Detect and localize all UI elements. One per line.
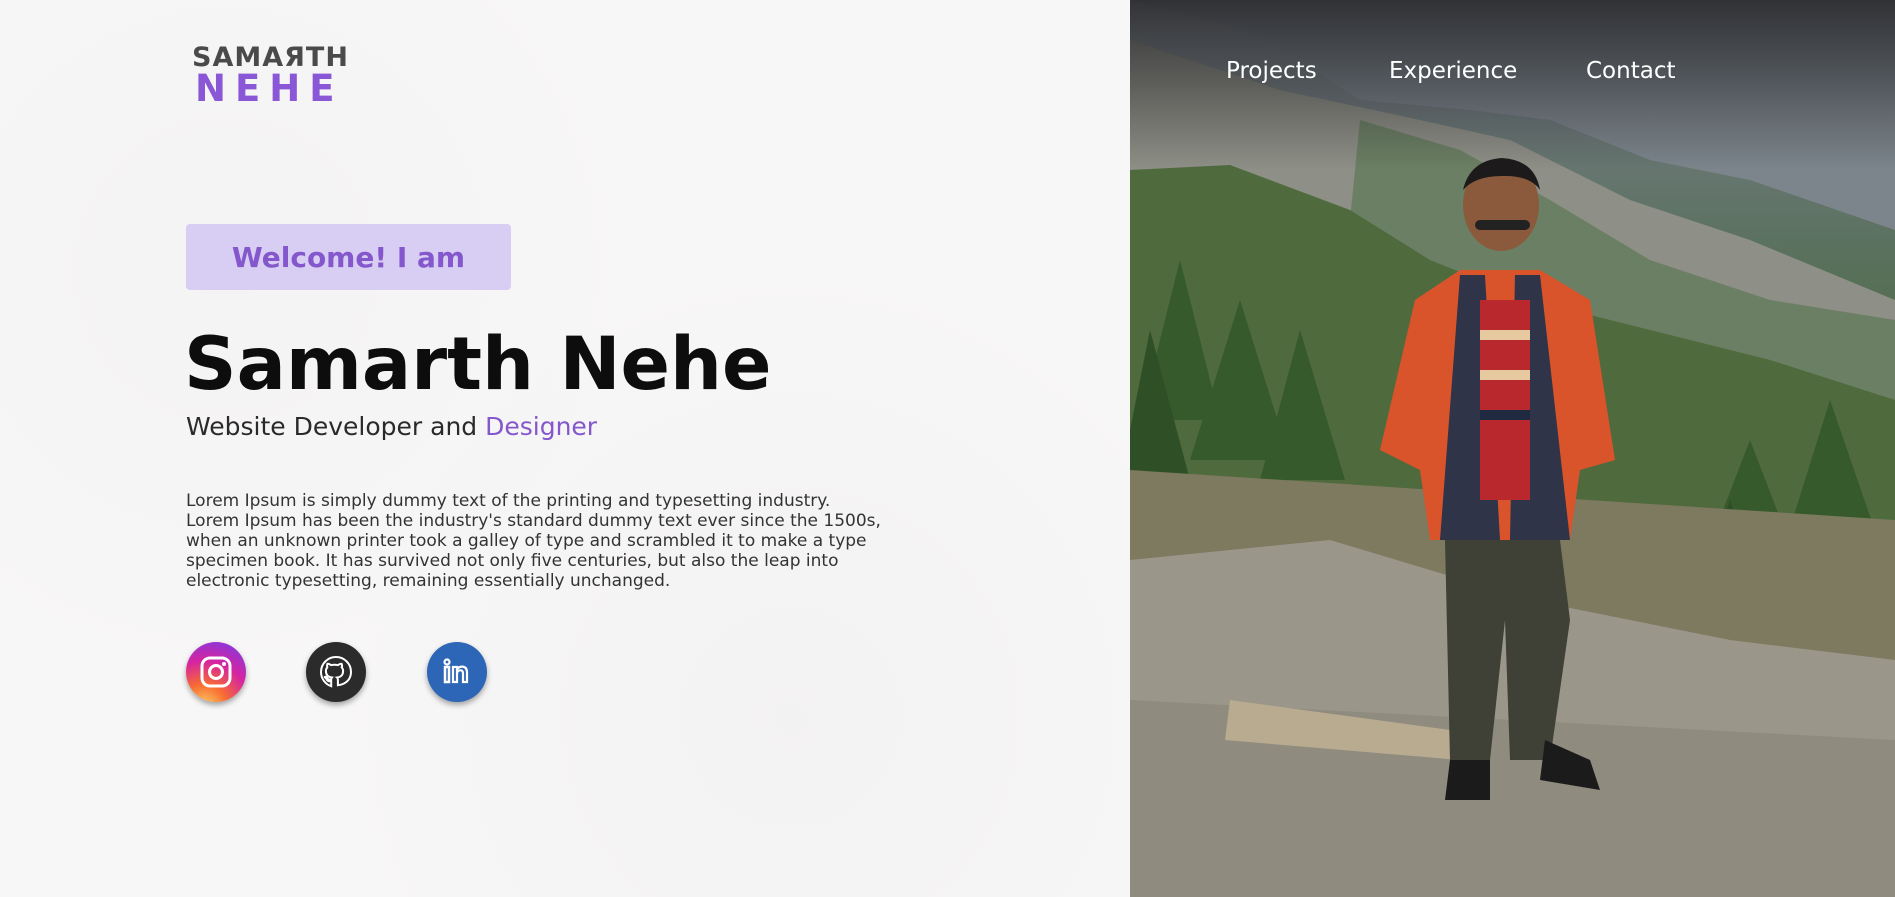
github-button[interactable] [306, 642, 366, 702]
nav-link-contact[interactable]: Contact [1586, 58, 1675, 84]
role-prefix: Website Developer and [186, 412, 486, 441]
linkedin-button[interactable] [427, 642, 487, 702]
hero-description: Lorem Ipsum is simply dummy text of the … [186, 491, 881, 591]
nav-shade [1130, 0, 1895, 170]
hero-role: Website Developer and Designer [186, 410, 597, 444]
hero-section: SAMAЯTH NEHE Welcome! I am Samarth Nehe … [0, 0, 1130, 897]
instagram-button[interactable] [186, 642, 246, 702]
role-accent: Designer [485, 412, 598, 441]
github-icon [319, 655, 353, 688]
linkedin-icon [443, 658, 469, 684]
hero-name: Samarth Nehe [184, 322, 772, 407]
logo[interactable]: SAMAЯTH NEHE [192, 44, 364, 110]
nav-link-projects[interactable]: Projects [1226, 58, 1317, 84]
welcome-badge: Welcome! I am [186, 224, 511, 290]
profile-photo [1130, 0, 1895, 897]
instagram-icon [200, 656, 232, 688]
logo-bottom-text: NEHE [195, 67, 344, 110]
nav-link-experience[interactable]: Experience [1389, 58, 1517, 84]
